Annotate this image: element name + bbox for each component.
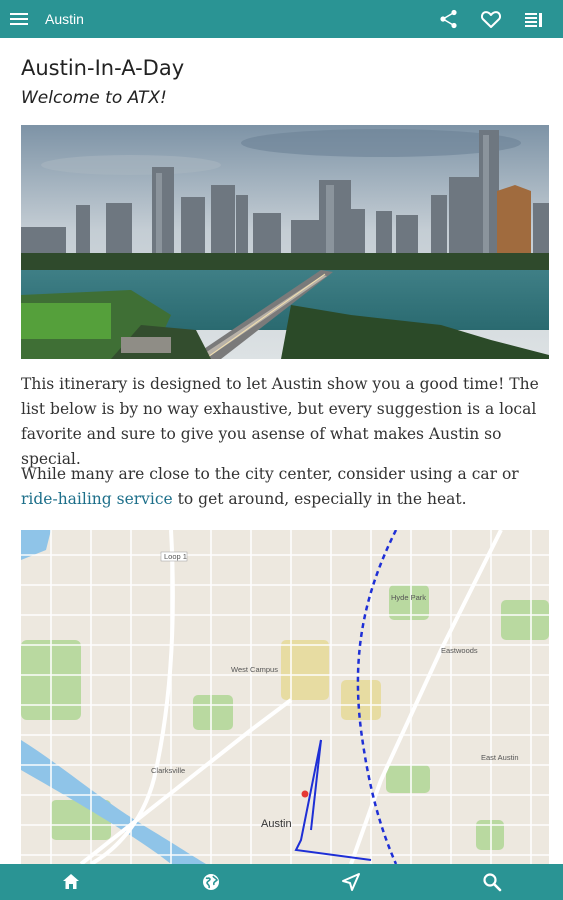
page-subtitle: Welcome to ATX! [21,88,167,108]
intro-paragraph: This itinerary is designed to let Austin… [21,375,539,468]
map-label-hyde-park: Hyde Park [391,593,426,602]
list-icon[interactable] [523,8,545,30]
austin-skyline-photo [21,125,549,359]
map-canvas[interactable]: Loop 1 West Campus Clarksville Eastwoods… [21,530,549,864]
navigation-arrow-icon[interactable] [340,871,362,893]
map-label-loop: Loop 1 [164,552,187,561]
article-content[interactable]: Austin-In-A-Day Welcome to ATX! This iti… [0,38,563,864]
bottom-nav [0,864,563,900]
search-icon[interactable] [481,871,503,893]
map-label-eastwoods: Eastwoods [441,646,478,655]
globe-icon[interactable] [200,871,222,893]
transport-text-before: While many are close to the city center,… [21,465,519,483]
itinerary-map[interactable]: Loop 1 West Campus Clarksville Eastwoods… [21,530,549,864]
heart-icon[interactable] [480,8,502,30]
transport-paragraph: While many are close to the city center,… [21,462,546,512]
app-title: Austin [45,11,84,27]
map-label-austin: Austin [261,818,292,830]
app-bar: Austin [0,0,563,38]
ride-hailing-link[interactable]: ride-hailing service [21,490,173,508]
home-icon[interactable] [60,871,82,893]
page-title: Austin-In-A-Day [21,56,185,80]
share-icon[interactable] [438,8,460,30]
skyline-image [21,125,549,359]
hamburger-menu-icon[interactable] [8,8,30,30]
map-label-clarksville: Clarksville [151,766,185,775]
map-label-east-austin: East Austin [481,753,519,762]
transport-text-after: to get around, especially in the heat. [172,490,467,508]
map-label-west-campus: West Campus [231,665,278,674]
